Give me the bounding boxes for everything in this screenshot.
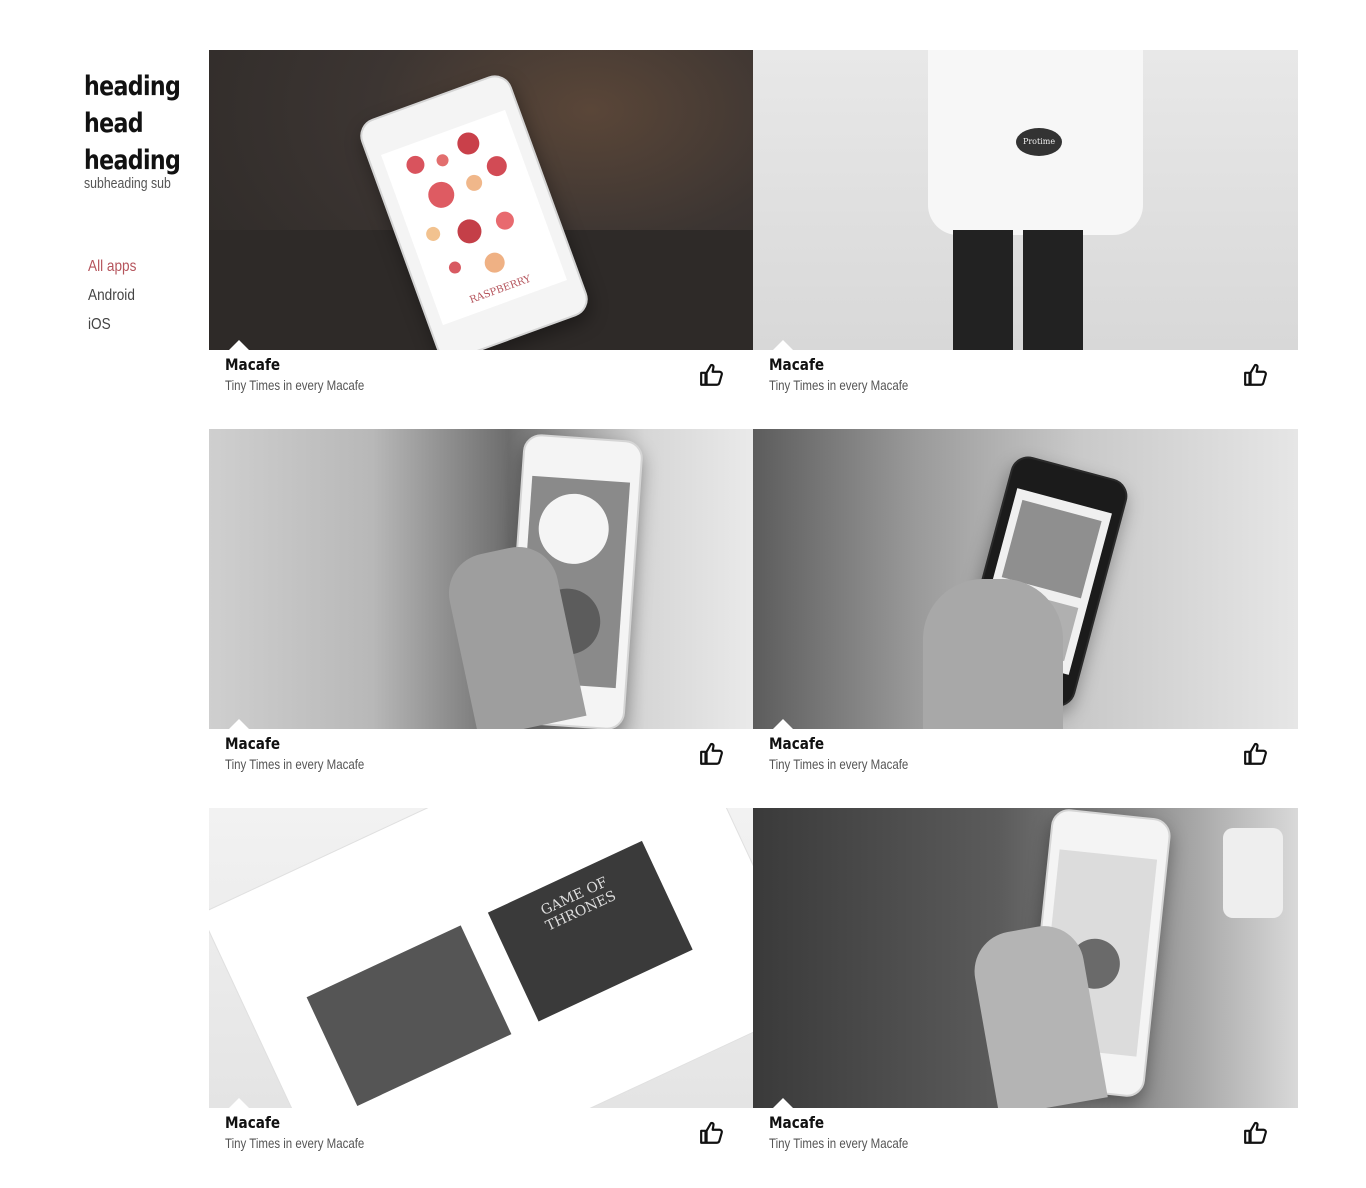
- dot-shape: [454, 129, 483, 158]
- dot-shape: [464, 172, 485, 194]
- app-card[interactable]: Protime Macafe Tiny Times in every Macaf…: [753, 50, 1298, 410]
- card-pointer: [229, 719, 249, 729]
- dot-shape: [424, 224, 443, 243]
- filter-nav: All apps Android iOS: [88, 252, 145, 339]
- app-card-description: Tiny Times in every Macafe: [769, 377, 909, 393]
- app-card-image[interactable]: [753, 808, 1298, 1108]
- app-card-description: Tiny Times in every Macafe: [769, 756, 909, 772]
- article-thumb-got: GAME OF THRONES: [487, 840, 693, 1022]
- thumbs-up-icon[interactable]: [1243, 1120, 1269, 1146]
- dot-shape: [404, 153, 428, 177]
- card-pointer: [773, 340, 793, 350]
- app-card-title[interactable]: Macafe: [225, 734, 280, 753]
- app-card[interactable]: GAME OF THRONES Macafe Tiny Times in eve…: [209, 808, 754, 1168]
- site-title-line-3: heading: [84, 145, 181, 176]
- leg-shape: [1023, 230, 1083, 350]
- card-pointer: [229, 340, 249, 350]
- filter-android[interactable]: Android: [88, 281, 136, 310]
- tablet-mockup: GAME OF THRONES: [209, 808, 754, 1108]
- dot-shape: [447, 259, 464, 276]
- app-card[interactable]: Macafe Tiny Times in every Macafe: [753, 429, 1298, 789]
- card-pointer: [773, 1098, 793, 1108]
- app-card-image[interactable]: RASPBERRY: [209, 50, 754, 350]
- dot-shape: [484, 153, 511, 179]
- site-title-line-1: heading: [84, 71, 181, 102]
- app-card-description: Tiny Times in every Macafe: [225, 377, 365, 393]
- leg-shape: [953, 230, 1013, 350]
- dot-shape: [493, 209, 517, 233]
- hand-shape: [923, 579, 1063, 729]
- app-card[interactable]: Macafe Tiny Times in every Macafe: [753, 808, 1298, 1168]
- site-title-line-2: head: [84, 108, 144, 139]
- dot-shape: [482, 249, 508, 276]
- app-card-title[interactable]: Macafe: [769, 1113, 824, 1132]
- site-title: heading head heading: [84, 68, 181, 179]
- dot-shape: [435, 152, 451, 168]
- app-card-image[interactable]: [753, 429, 1298, 729]
- dot-shape: [425, 178, 459, 212]
- app-card-title[interactable]: Macafe: [769, 734, 824, 753]
- article-thumb-shape: [306, 925, 512, 1106]
- screen-circle-shape: [536, 491, 612, 567]
- app-card-image[interactable]: [209, 429, 754, 729]
- filter-ios[interactable]: iOS: [88, 310, 136, 339]
- glass-shape: [1223, 828, 1283, 918]
- app-card-description: Tiny Times in every Macafe: [225, 756, 365, 772]
- app-card-title[interactable]: Macafe: [769, 355, 824, 374]
- tshirt-logo: Protime: [1016, 128, 1062, 156]
- app-card[interactable]: Macafe Tiny Times in every Macafe: [209, 429, 754, 789]
- dot-shape: [454, 215, 486, 247]
- app-card-image[interactable]: Protime: [753, 50, 1298, 350]
- card-pointer: [229, 1098, 249, 1108]
- site-subtitle: subheading sub: [84, 175, 171, 192]
- app-card[interactable]: RASPBERRY Macafe Tiny Times in every Mac…: [209, 50, 754, 410]
- app-card-title[interactable]: Macafe: [225, 1113, 280, 1132]
- thumbs-up-icon[interactable]: [699, 362, 725, 388]
- sidebar: heading head heading subheading sub All …: [84, 68, 194, 333]
- card-pointer: [773, 719, 793, 729]
- thumbs-up-icon[interactable]: [1243, 741, 1269, 767]
- thumbs-up-icon[interactable]: [699, 1120, 725, 1146]
- filter-all-apps[interactable]: All apps: [88, 252, 136, 281]
- app-card-description: Tiny Times in every Macafe: [225, 1135, 365, 1151]
- app-card-image[interactable]: GAME OF THRONES: [209, 808, 754, 1108]
- thumbs-up-icon[interactable]: [699, 741, 725, 767]
- thumbs-up-icon[interactable]: [1243, 362, 1269, 388]
- app-card-title[interactable]: Macafe: [225, 355, 280, 374]
- app-card-description: Tiny Times in every Macafe: [769, 1135, 909, 1151]
